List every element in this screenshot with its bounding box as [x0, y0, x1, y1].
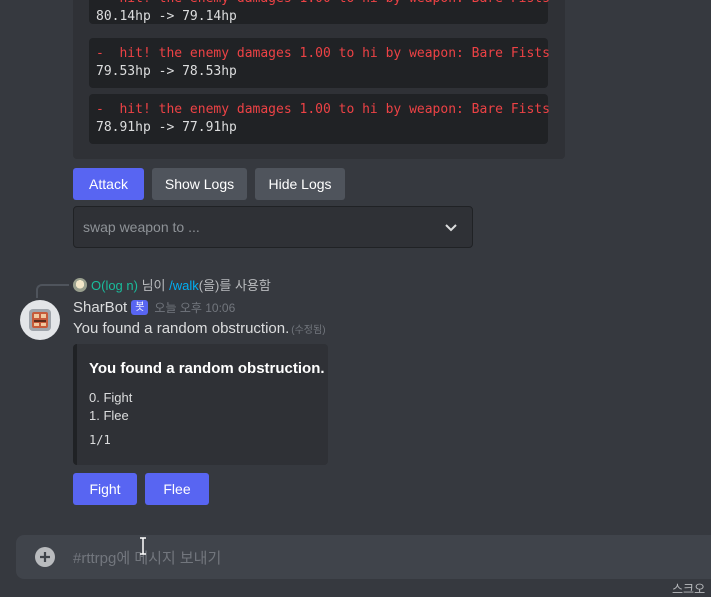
message-text: You found a random obstruction.	[73, 320, 290, 337]
log-hp-line: 78.91hp -> 77.91hp	[96, 120, 237, 135]
fight-button[interactable]: Fight	[73, 473, 137, 505]
log-hp-line: 80.14hp -> 79.14hp	[96, 9, 237, 24]
weapon-select[interactable]: swap weapon to ...	[73, 206, 473, 248]
user-avatar-small[interactable]	[73, 278, 87, 292]
attack-button[interactable]: Attack	[73, 168, 144, 200]
log-entry: - hit! the enemy damages 1.00 to hi by w…	[89, 94, 550, 144]
command-usage-line: O(log n) 님이 /walk(을)를 사용함	[73, 275, 271, 293]
message-content: You found a random obstruction. (수정됨)	[73, 320, 326, 337]
message-composer[interactable]: #rttrpg에 메시지 보내기	[16, 535, 711, 579]
embed-page-counter: 1/1	[89, 433, 111, 447]
log-hit-line: - hit! the enemy damages 1.00 to hi by w…	[96, 0, 550, 8]
edited-label: (수정됨)	[291, 325, 326, 336]
log-hit-line: - hit! the enemy damages 1.00 to hi by w…	[96, 46, 550, 61]
log-entry: - hit! the enemy damages 1.00 to hi by w…	[89, 0, 550, 24]
bottom-peek-text: 스크오	[672, 582, 706, 596]
weapon-select-placeholder: swap weapon to ...	[83, 219, 200, 235]
message-input[interactable]: #rttrpg에 메시지 보내기	[73, 547, 221, 568]
command-usage-tail: (을)를 사용함	[198, 278, 271, 293]
hide-logs-button[interactable]: Hide Logs	[255, 168, 345, 200]
log-hp-line: 79.53hp -> 78.53hp	[96, 64, 237, 79]
flee-button[interactable]: Flee	[145, 473, 209, 505]
reply-spine	[36, 284, 69, 298]
command-user-name[interactable]: O(log n)	[91, 278, 138, 293]
log-hit-line: - hit! the enemy damages 1.00 to hi by w…	[96, 102, 550, 117]
text-cursor-icon	[139, 537, 147, 560]
combat-log-embed: - hit! the enemy damages 1.00 to hi by w…	[73, 0, 565, 159]
obstruction-embed: You found a random obstruction. 0. Fight…	[73, 344, 328, 465]
command-usage-mid: 님이	[137, 278, 170, 293]
embed-title: You found a random obstruction.	[89, 360, 325, 377]
embed-option: 0. Fight	[89, 390, 133, 405]
bot-tag-badge: 봇	[131, 300, 149, 315]
log-entry: - hit! the enemy damages 1.00 to hi by w…	[89, 38, 550, 88]
message-header: SharBot 봇 오늘 오후 10:06	[73, 299, 235, 319]
embed-option: 1. Flee	[89, 408, 129, 423]
author-name[interactable]: SharBot	[73, 299, 127, 316]
chevron-down-icon	[444, 220, 458, 239]
show-logs-button[interactable]: Show Logs	[152, 168, 247, 200]
command-name[interactable]: /walk	[169, 278, 199, 293]
bot-avatar[interactable]	[20, 300, 60, 340]
message-timestamp: 오늘 오후 10:06	[154, 301, 236, 315]
add-attachment-button[interactable]	[35, 547, 55, 567]
plus-icon	[40, 552, 50, 562]
